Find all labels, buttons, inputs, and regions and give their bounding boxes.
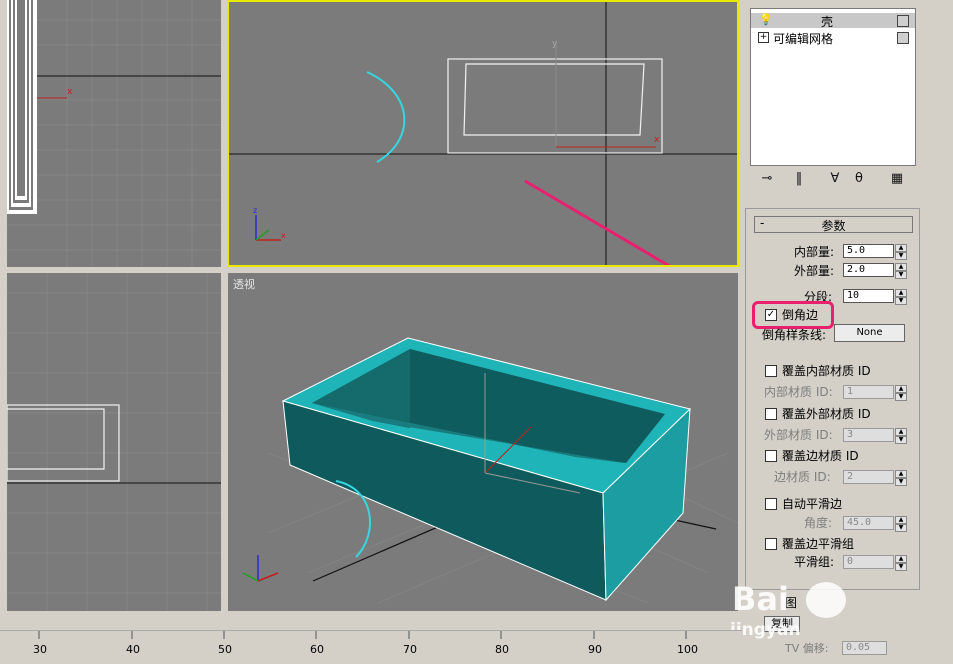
stack-item-checkbox[interactable] — [897, 15, 909, 27]
front-viewport-grid: x — [7, 0, 221, 267]
arc-shape — [366, 71, 406, 163]
edge-mat-id-spinner[interactable]: ▲ ▼ — [895, 470, 907, 486]
override-smooth-group-label[interactable]: 覆盖边平滑组 — [782, 535, 854, 552]
outer-mat-id-field[interactable]: 3 — [843, 428, 894, 442]
gizmo-x-label: x — [654, 135, 660, 145]
ruler-ticks — [38, 631, 687, 639]
inner-mat-id-spinner[interactable]: ▲ ▼ — [895, 385, 907, 401]
smooth-group-spinner[interactable]: ▲ ▼ — [895, 555, 907, 571]
parameters-rollout: - 参数 内部量: 5.0 ▲ ▼ 外部量: 2.0 ▲ ▼ 分段: 10 ▲ ▼ ✓… — [745, 208, 920, 590]
ruler-tick-60: 60 — [310, 643, 324, 656]
auto-smooth-label[interactable]: 自动平滑边 — [782, 495, 842, 512]
override-outer-mat-label[interactable]: 覆盖外部材质 ID — [782, 405, 871, 422]
outer-mat-id-label: 外部材质 ID: — [764, 428, 833, 442]
viewport-front[interactable]: x — [7, 0, 221, 267]
paw-logo-icon — [806, 582, 846, 618]
override-inner-mat-checkbox[interactable] — [765, 365, 777, 377]
ruler-tick-30: 30 — [33, 643, 47, 656]
viewport-perspective[interactable]: 透视 — [228, 273, 738, 611]
outer-amount-spinner[interactable]: ▲ ▼ — [895, 263, 907, 279]
modifier-stack-list[interactable]: 💡 壳 + 可编辑网格 — [750, 8, 916, 166]
bevel-spline-button[interactable]: None — [834, 324, 905, 342]
ruler-tick-40: 40 — [126, 643, 140, 656]
ruler-tick-80: 80 — [495, 643, 509, 656]
gizmo-y-label: y — [552, 39, 558, 49]
parameters-rollout-header[interactable]: - 参数 — [754, 216, 913, 233]
inner-shell-outline — [463, 63, 645, 136]
stack-item-shell[interactable]: 💡 壳 — [751, 13, 915, 29]
smooth-group-label: 平滑组: — [794, 555, 835, 569]
stack-item-editable-mesh[interactable]: + 可编辑网格 — [751, 30, 915, 46]
remove-modifier-icon[interactable]: θ — [850, 170, 868, 188]
viewport-left[interactable] — [7, 273, 221, 611]
override-inner-mat-label[interactable]: 覆盖内部材质 ID — [782, 362, 871, 379]
stack-item-label: 可编辑网格 — [773, 32, 834, 46]
perspective-scene — [242, 337, 738, 604]
bevel-spline-label: 倒角样条线: — [762, 328, 827, 342]
ruler-tick-100: 100 — [677, 643, 698, 656]
watermark-brand: Bai — [732, 580, 789, 618]
inner-amount-spinner[interactable]: ▲ ▼ — [895, 244, 907, 260]
smooth-group-field[interactable]: 0 — [843, 555, 894, 569]
ruler-tick-70: 70 — [403, 643, 417, 656]
stack-toolbar: ⊸ ‖ ∀ θ ▦ — [750, 170, 915, 190]
top-viewport-scene: y x z x — [229, 2, 737, 265]
configure-modifier-sets-icon[interactable]: ▦ — [888, 170, 906, 188]
override-edge-mat-label[interactable]: 覆盖边材质 ID — [782, 447, 859, 464]
inner-amount-field[interactable]: 5.0 — [843, 244, 894, 258]
angle-field[interactable]: 45.0 — [843, 516, 894, 530]
ruler-tick-50: 50 — [218, 643, 232, 656]
override-outer-mat-checkbox[interactable] — [765, 408, 777, 420]
segments-spinner[interactable]: ▲ ▼ — [895, 289, 907, 305]
outer-mat-id-spinner[interactable]: ▲ ▼ — [895, 428, 907, 444]
tv-offset-label: TV 偏移: — [785, 642, 829, 655]
viewport-top-active[interactable]: y x z x — [227, 0, 739, 267]
stack-item-checkbox[interactable] — [897, 32, 909, 44]
rollout-title: 参数 — [821, 219, 846, 233]
lightbulb-icon[interactable]: 💡 — [759, 13, 773, 26]
inner-mat-id-field[interactable]: 1 — [843, 385, 894, 399]
auto-smooth-checkbox[interactable] — [765, 498, 777, 510]
stack-item-label: 壳 — [821, 15, 834, 29]
edge-mat-id-field[interactable]: 2 — [843, 470, 894, 484]
segments-field[interactable]: 10 — [843, 289, 894, 303]
svg-text:x: x — [281, 231, 286, 240]
svg-text:x: x — [67, 87, 73, 97]
outer-amount-field[interactable]: 2.0 — [843, 263, 894, 277]
outer-amount-label: 外部量: — [794, 264, 835, 278]
inner-mat-id-label: 内部材质 ID: — [764, 385, 833, 399]
override-smooth-group-checkbox[interactable] — [765, 538, 777, 550]
pin-stack-icon[interactable]: ⊸ — [758, 170, 776, 188]
ruler-tick-90: 90 — [588, 643, 602, 656]
show-end-result-icon[interactable]: ‖ — [790, 170, 808, 188]
timeline-ruler[interactable]: 30 40 50 60 70 80 90 100 — [0, 630, 742, 664]
bevel-edges-highlight — [752, 301, 834, 329]
make-unique-icon[interactable]: ∀ — [826, 170, 844, 188]
svg-text:z: z — [253, 206, 257, 215]
outer-shell-outline — [447, 58, 663, 154]
plus-expand-icon[interactable]: + — [758, 32, 769, 43]
override-edge-mat-checkbox[interactable] — [765, 450, 777, 462]
edge-mat-id-label: 边材质 ID: — [774, 470, 831, 484]
angle-label: 角度: — [804, 516, 833, 530]
left-viewport-grid — [7, 273, 221, 611]
angle-spinner[interactable]: ▲ ▼ — [895, 516, 907, 532]
tv-offset-field[interactable]: 0.05 — [842, 641, 887, 655]
inner-amount-label: 内部量: — [794, 245, 835, 259]
